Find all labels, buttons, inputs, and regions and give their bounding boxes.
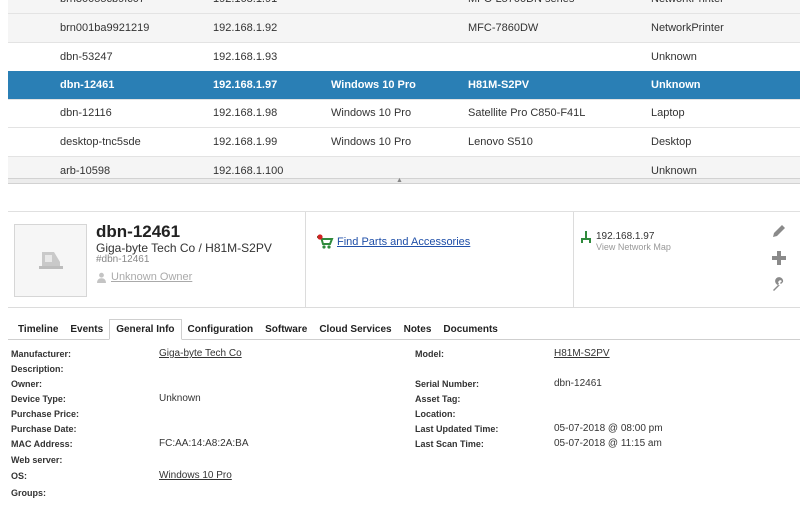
table-row-selected[interactable]: dbn-12461 192.168.1.97 Windows 10 Pro H8…	[8, 71, 800, 100]
ip-cell: 192.168.1.100	[213, 165, 284, 177]
type-cell: Unknown	[651, 51, 697, 63]
description-label: Description:	[11, 364, 64, 374]
os-cell: Windows 10 Pro	[331, 136, 412, 148]
asset-tag-label: Asset Tag:	[415, 394, 461, 404]
last-scan-label: Last Scan Time:	[415, 439, 484, 449]
ip-cell: 192.168.1.97	[213, 79, 278, 91]
device-header: dbn-12461 Giga-byte Tech Co / H81M-S2PV …	[8, 212, 800, 308]
last-updated-label: Last Updated Time:	[415, 424, 499, 434]
os-value[interactable]: Windows 10 Pro	[159, 470, 232, 481]
detail-toolbar	[8, 184, 800, 212]
tab-documents[interactable]: Documents	[437, 319, 503, 339]
last-updated-value: 05-07-2018 @ 08:00 pm	[554, 423, 663, 434]
network-icon	[581, 231, 591, 243]
device-ip: 192.168.1.97	[596, 231, 655, 242]
device-name-cell: desktop-tnc5sde	[60, 136, 141, 148]
groups-label: Groups:	[11, 488, 46, 498]
mac-address-value: FC:AA:14:A8:2A:BA	[159, 438, 249, 449]
web-server-label: Web server:	[11, 455, 63, 465]
device-name-cell: dbn-12116	[60, 107, 112, 119]
tab-notes[interactable]: Notes	[398, 319, 438, 339]
device-generic-icon	[38, 251, 63, 269]
owner-link[interactable]: Unknown Owner	[96, 271, 192, 283]
purchase-price-label: Purchase Price:	[11, 409, 80, 419]
device-hash: #dbn-12461	[96, 254, 150, 265]
device-type-value: Unknown	[159, 393, 201, 404]
serial-number-label: Serial Number:	[415, 379, 480, 389]
pencil-icon[interactable]	[770, 222, 788, 240]
serial-number-value: dbn-12461	[554, 378, 602, 389]
device-name-cell: brn30055cb9fc07	[60, 0, 145, 13]
mac-address-label: MAC Address:	[11, 439, 73, 449]
splitter-grip-icon[interactable]: ▲	[396, 177, 403, 184]
user-icon	[97, 272, 106, 283]
type-cell: Desktop	[651, 136, 692, 148]
find-parts-link[interactable]: Find Parts and Accessories	[316, 234, 470, 250]
last-scan-value: 05-07-2018 @ 11:15 am	[554, 438, 662, 449]
model-cell: MFC-7860DW	[468, 22, 539, 34]
tab-events[interactable]: Events	[64, 319, 109, 339]
model-cell: Satellite Pro C850-F41L	[468, 107, 586, 119]
table-row[interactable]: desktop-tnc5sde 192.168.1.99 Windows 10 …	[8, 128, 800, 157]
tab-software[interactable]: Software	[259, 319, 313, 339]
os-label: OS:	[11, 471, 28, 481]
owner-label: Unknown Owner	[111, 271, 193, 283]
device-subtitle: Giga-byte Tech Co / H81M-S2PV	[96, 241, 272, 255]
device-name-cell: brn001ba9921219	[60, 22, 150, 34]
type-cell: Unknown	[651, 165, 697, 177]
model-cell: H81M-S2PV	[468, 79, 530, 91]
model-cell: MFC-L5700DN series	[468, 0, 574, 13]
plus-icon[interactable]	[770, 249, 788, 267]
ip-cell: 192.168.1.92	[213, 22, 278, 34]
ip-cell: 192.168.1.98	[213, 107, 278, 119]
wrench-icon[interactable]	[770, 276, 788, 294]
table-row[interactable]: brn001ba9921219 192.168.1.92 MFC-7860DW …	[8, 14, 800, 43]
manufacturer-value[interactable]: Giga-byte Tech Co	[159, 348, 242, 359]
model-cell: Lenovo S510	[468, 136, 533, 148]
os-cell: Windows 10 Pro	[331, 107, 412, 119]
type-cell: NetworkPrinter	[651, 22, 724, 34]
ip-cell: 192.168.1.99	[213, 136, 278, 148]
type-cell: NetworkPrinter	[651, 0, 724, 13]
device-name-cell: dbn-53247	[60, 51, 113, 63]
tab-timeline[interactable]: Timeline	[12, 319, 64, 339]
view-network-map-link[interactable]: View Network Map	[596, 242, 671, 252]
purchase-date-label: Purchase Date:	[11, 424, 77, 434]
tab-configuration[interactable]: Configuration	[182, 319, 260, 339]
find-parts-label: Find Parts and Accessories	[337, 236, 471, 248]
device-table: brn30055cb9fc07 192.168.1.91 MFC-L5700DN…	[8, 0, 800, 178]
device-name-cell: dbn-12461	[60, 79, 115, 91]
device-name-cell: arb-10598	[60, 165, 111, 177]
manufacturer-label: Manufacturer:	[11, 349, 72, 359]
table-row[interactable]: brn30055cb9fc07 192.168.1.91 MFC-L5700DN…	[8, 0, 800, 14]
location-label: Location:	[415, 409, 456, 419]
device-type-label: Device Type:	[11, 394, 66, 404]
os-cell: Windows 10 Pro	[331, 79, 416, 91]
network-info[interactable]: 192.168.1.97 View Network Map	[580, 231, 671, 252]
device-title: dbn-12461	[96, 222, 181, 241]
detail-tabs: Timeline Events General Info Configurati…	[8, 319, 800, 340]
action-icons	[770, 222, 788, 294]
type-cell: Unknown	[651, 79, 701, 91]
divider	[573, 212, 574, 308]
type-cell: Laptop	[651, 107, 685, 119]
table-row[interactable]: dbn-53247 192.168.1.93 Unknown	[8, 43, 800, 72]
table-row[interactable]: dbn-12116 192.168.1.98 Windows 10 Pro Sa…	[8, 99, 800, 128]
ip-cell: 192.168.1.91	[213, 0, 277, 13]
parts-cart-icon	[317, 234, 334, 249]
tab-general-info[interactable]: General Info	[109, 319, 182, 340]
divider	[305, 212, 306, 308]
model-value[interactable]: H81M-S2PV	[554, 348, 610, 359]
ip-cell: 192.168.1.93	[213, 51, 278, 63]
owner-field-label: Owner:	[11, 379, 43, 389]
model-label: Model:	[415, 349, 444, 359]
table-row[interactable]: arb-10598 192.168.1.100 Unknown	[8, 157, 800, 178]
tab-cloud-services[interactable]: Cloud Services	[313, 319, 397, 339]
device-thumbnail	[14, 224, 87, 297]
